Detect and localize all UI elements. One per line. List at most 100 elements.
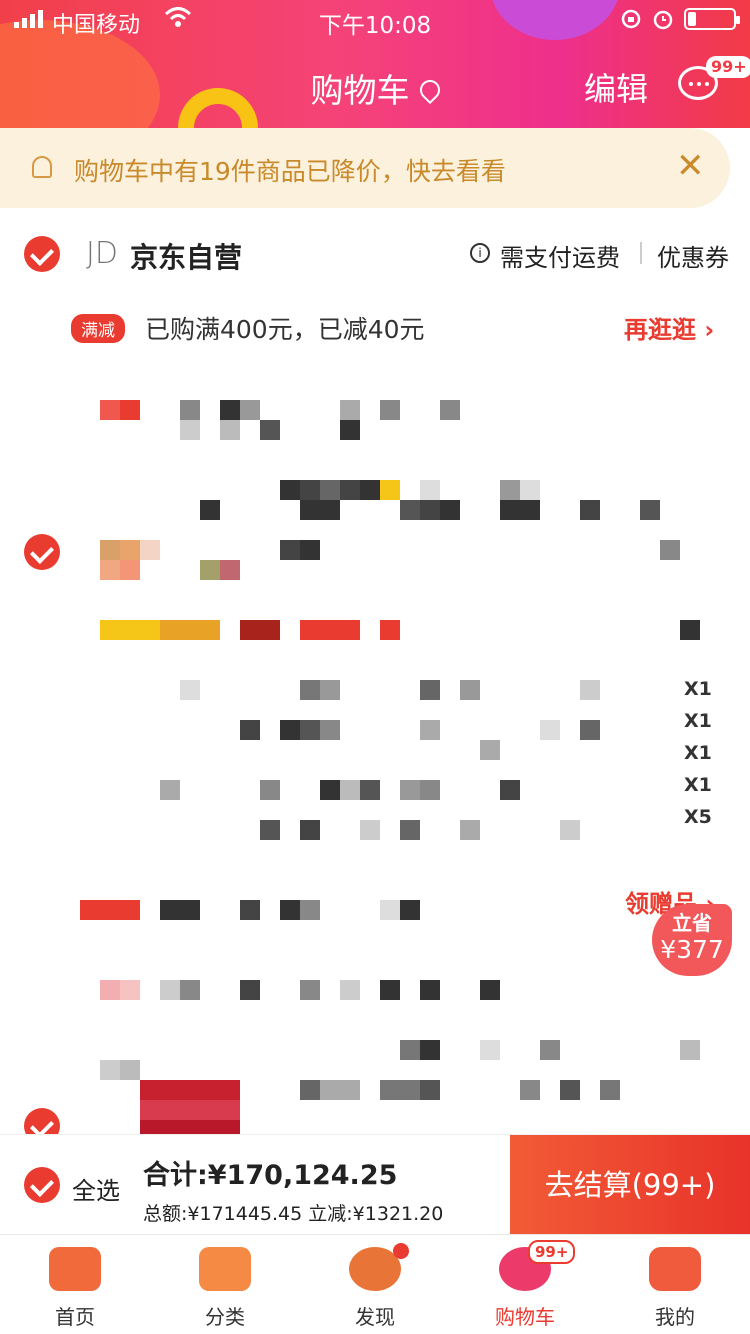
mosaic-block xyxy=(120,400,140,420)
mosaic-block xyxy=(300,900,320,920)
close-icon[interactable]: ✕ xyxy=(676,146,705,186)
mosaic-block xyxy=(100,560,120,580)
mosaic-block xyxy=(320,680,340,700)
tab-category[interactable]: 分类 xyxy=(150,1235,300,1334)
mosaic-block xyxy=(420,780,440,800)
mosaic-block xyxy=(320,480,340,500)
mosaic-block xyxy=(180,420,200,440)
mosaic-block xyxy=(100,1060,120,1080)
mosaic-block xyxy=(480,1040,500,1060)
mosaic-block xyxy=(180,400,200,420)
edit-button[interactable]: 编辑 xyxy=(584,64,648,110)
mosaic-block xyxy=(280,480,300,500)
mosaic-block xyxy=(680,1040,700,1060)
home-icon xyxy=(49,1247,101,1291)
divider xyxy=(640,242,642,264)
mosaic-block xyxy=(420,1040,440,1060)
mosaic-block xyxy=(300,720,320,740)
mosaic-block xyxy=(380,620,400,640)
mosaic-block xyxy=(240,900,260,920)
mosaic-block xyxy=(680,620,700,640)
info-icon[interactable]: i xyxy=(470,243,490,263)
mosaic-block xyxy=(160,620,220,640)
mosaic-block xyxy=(120,540,140,560)
mosaic-block xyxy=(420,1080,440,1100)
tab-discover[interactable]: 发现 xyxy=(300,1235,450,1334)
mosaic-block xyxy=(320,1080,360,1100)
tab-label: 首页 xyxy=(55,1305,95,1329)
mosaic-block xyxy=(260,780,280,800)
gift-quantity: X1 xyxy=(684,678,712,700)
header: 中国移动 下午10:08 购物车 编辑 99+ xyxy=(0,0,750,128)
mosaic-block xyxy=(400,1040,420,1060)
mosaic-block xyxy=(500,500,520,520)
mosaic-block xyxy=(300,820,320,840)
gift-quantity: X1 xyxy=(684,774,712,796)
select-all-checkbox[interactable] xyxy=(24,1167,60,1203)
mosaic-block xyxy=(520,480,540,500)
mosaic-block xyxy=(540,1040,560,1060)
mosaic-block xyxy=(140,1100,240,1120)
mosaic-block xyxy=(420,720,440,740)
select-all-label[interactable]: 全选 xyxy=(72,1171,120,1206)
message-badge: 99+ xyxy=(706,56,750,78)
gift-quantity: X5 xyxy=(684,806,712,828)
mosaic-block xyxy=(100,540,120,560)
mosaic-block xyxy=(300,500,320,520)
mosaic-block xyxy=(600,1080,620,1100)
coupon-button[interactable]: 优惠券 xyxy=(657,238,729,273)
mosaic-block xyxy=(340,400,360,420)
mosaic-block xyxy=(100,620,160,640)
mosaic-block xyxy=(220,400,240,420)
shop-checkbox[interactable] xyxy=(24,236,60,272)
mosaic-block xyxy=(560,820,580,840)
mosaic-block xyxy=(340,480,360,500)
mosaic-block xyxy=(360,780,380,800)
mosaic-block xyxy=(200,560,220,580)
mosaic-block xyxy=(120,980,140,1000)
mosaic-block xyxy=(540,720,560,740)
mosaic-block xyxy=(240,400,260,420)
promo-text: 已购满400元，已减40元 xyxy=(145,315,425,344)
rotation-lock-icon xyxy=(621,9,641,29)
tab-label: 分类 xyxy=(205,1305,245,1329)
mosaic-block xyxy=(580,500,600,520)
mosaic-block xyxy=(100,980,120,1000)
tab-me[interactable]: 我的 xyxy=(600,1235,750,1334)
price-drop-notice[interactable]: 购物车中有19件商品已降价，快去看看 ✕ xyxy=(0,128,730,208)
mosaic-block xyxy=(420,480,440,500)
mosaic-block xyxy=(400,500,420,520)
mosaic-block xyxy=(280,900,300,920)
mosaic-block xyxy=(460,820,480,840)
jd-logo: JD xyxy=(86,236,118,271)
mosaic-block xyxy=(260,420,280,440)
item-checkbox[interactable] xyxy=(24,534,60,570)
mosaic-block xyxy=(160,900,200,920)
savings-badge[interactable]: 立省 ¥377 xyxy=(652,904,732,976)
mosaic-block xyxy=(360,480,380,500)
mosaic-block xyxy=(220,420,240,440)
mosaic-block xyxy=(420,500,440,520)
total-breakdown: 总额:¥171445.45 立减:¥1321.20 xyxy=(143,1203,444,1225)
mosaic-block xyxy=(660,540,680,560)
notice-text: 购物车中有19件商品已降价，快去看看 xyxy=(74,157,506,186)
tab-bar: 首页 分类 发现 购物车 我的 xyxy=(0,1234,750,1334)
shipping-fee-label[interactable]: 需支付运费 xyxy=(500,238,620,273)
tab-cart[interactable]: 购物车 xyxy=(450,1235,600,1334)
tab-home[interactable]: 首页 xyxy=(0,1235,150,1334)
mosaic-block xyxy=(500,480,520,500)
mosaic-block xyxy=(400,900,420,920)
mosaic-block xyxy=(80,900,140,920)
tab-label: 购物车 xyxy=(495,1305,555,1329)
tab-label: 发现 xyxy=(355,1305,395,1329)
gift-quantity: X1 xyxy=(684,742,712,764)
location-pin-icon[interactable] xyxy=(415,75,444,105)
mosaic-block xyxy=(100,400,120,420)
mosaic-block xyxy=(260,820,280,840)
mosaic-block xyxy=(280,540,300,560)
mosaic-block xyxy=(240,620,280,640)
shop-name[interactable]: 京东自营 xyxy=(130,236,242,276)
shop-more-link[interactable]: 再逛逛 › xyxy=(624,310,714,345)
mosaic-block xyxy=(480,980,500,1000)
checkout-button[interactable]: 去结算(99+) xyxy=(510,1135,750,1235)
